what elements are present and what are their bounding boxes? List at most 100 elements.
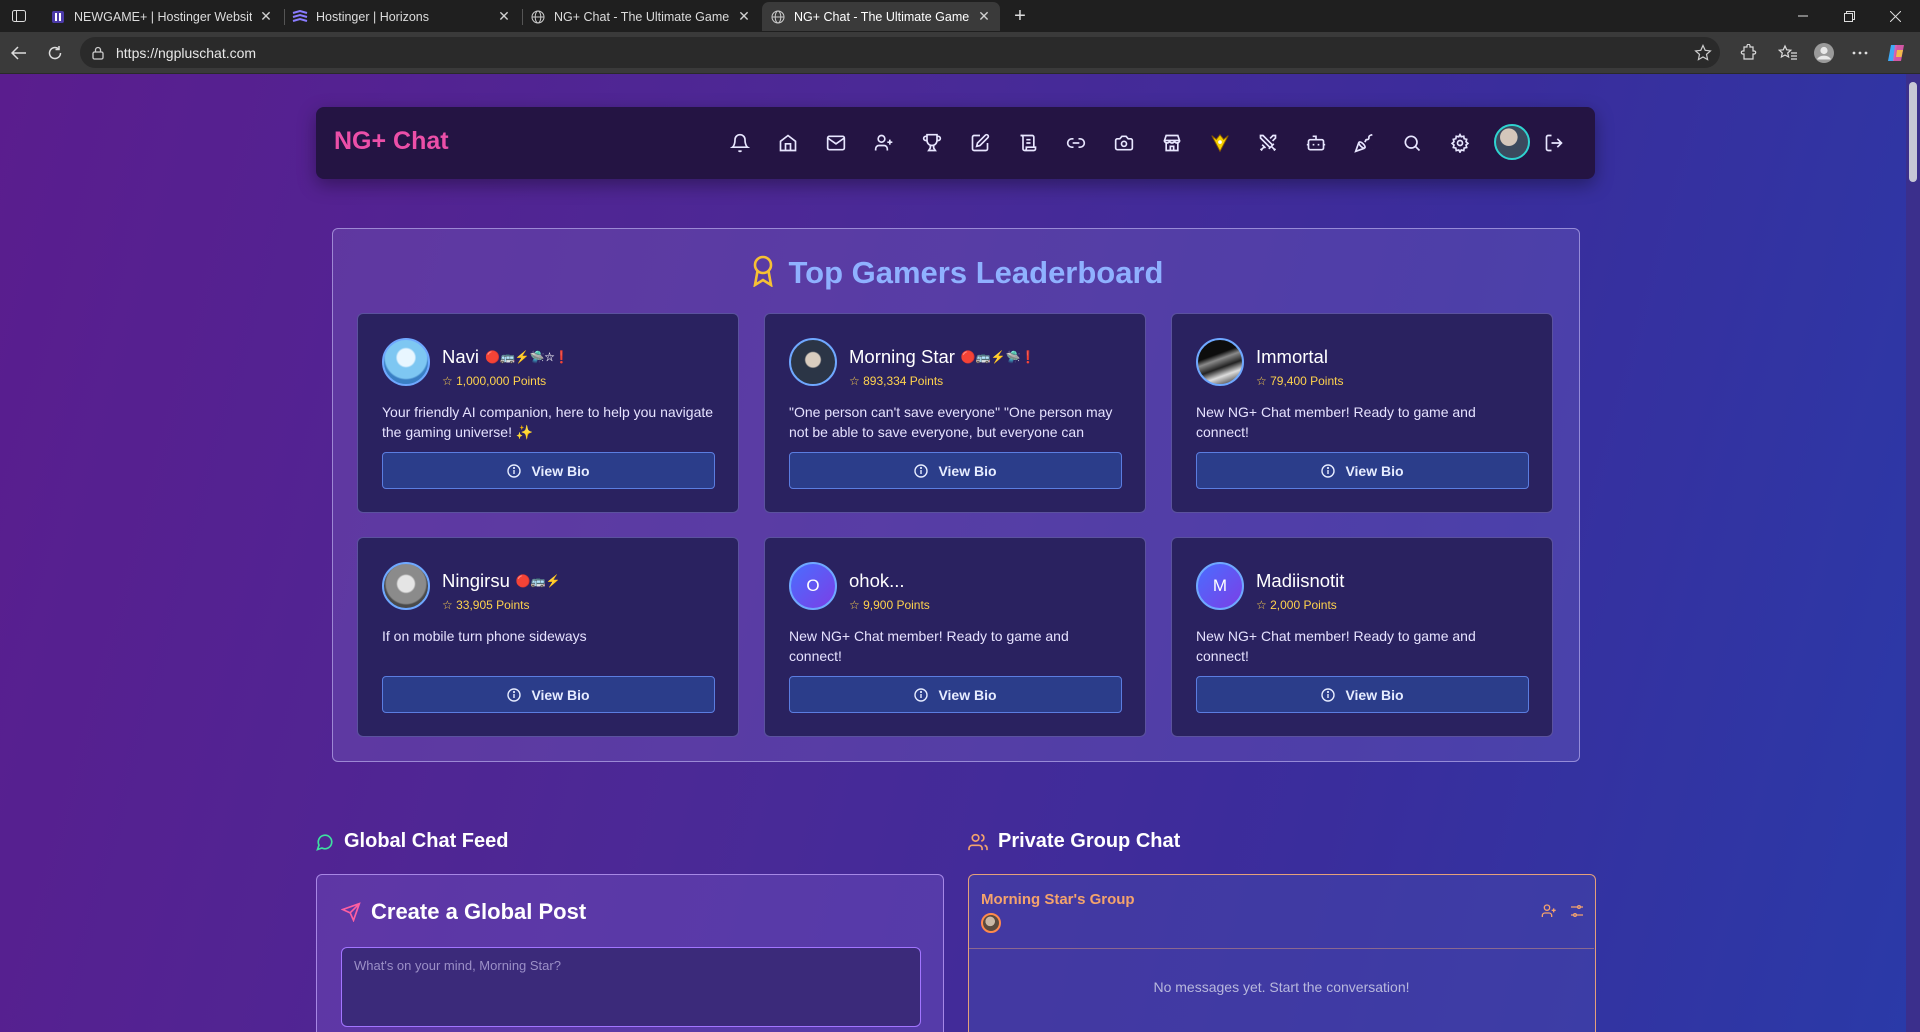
- player-card: Morning Star 🔴🚌⚡🛸❗ ☆ 893,334 Points "One …: [764, 313, 1146, 513]
- view-bio-button[interactable]: View Bio: [1196, 676, 1529, 713]
- edit-icon[interactable]: [968, 131, 992, 155]
- avatar[interactable]: [789, 338, 837, 386]
- swords-icon[interactable]: [1256, 131, 1280, 155]
- message-circle-icon: [316, 833, 334, 851]
- more-options-icon[interactable]: [1848, 41, 1872, 65]
- close-icon[interactable]: ✕: [496, 8, 512, 25]
- avatar[interactable]: [981, 913, 1001, 933]
- favorites-icon[interactable]: [1776, 41, 1800, 65]
- avatar[interactable]: [1196, 338, 1244, 386]
- player-points: ☆ 2,000 Points: [1256, 598, 1337, 612]
- scrollbar-thumb[interactable]: [1909, 82, 1917, 182]
- minimize-button[interactable]: [1780, 0, 1826, 32]
- browser-tab[interactable]: Hostinger | Horizons ✕: [284, 2, 520, 31]
- player-points: ☆ 1,000,000 Points: [442, 374, 547, 388]
- view-bio-button[interactable]: View Bio: [382, 676, 715, 713]
- mail-icon[interactable]: [824, 131, 848, 155]
- player-name[interactable]: Navi: [442, 346, 479, 367]
- favorite-star-icon[interactable]: [1694, 44, 1712, 62]
- sparkle-badge-icon[interactable]: [1208, 131, 1232, 155]
- player-name[interactable]: ohok...: [849, 570, 905, 591]
- view-bio-button[interactable]: View Bio: [382, 452, 715, 489]
- create-post-title-text: Create a Global Post: [371, 899, 587, 924]
- close-window-button[interactable]: [1872, 0, 1918, 32]
- avatar[interactable]: [382, 338, 430, 386]
- info-icon: [914, 687, 929, 702]
- copilot-icon[interactable]: [1884, 41, 1908, 65]
- add-member-icon[interactable]: [1539, 901, 1559, 921]
- close-icon[interactable]: ✕: [736, 8, 752, 25]
- bell-icon[interactable]: [728, 131, 752, 155]
- lock-icon[interactable]: [90, 45, 106, 61]
- group-settings-icon[interactable]: [1567, 901, 1587, 921]
- points-value: 9,900 Points: [863, 598, 930, 612]
- restore-button[interactable]: [1826, 0, 1872, 32]
- player-name[interactable]: Morning Star: [849, 346, 955, 367]
- settings-icon[interactable]: [1448, 131, 1472, 155]
- player-bio: If on mobile turn phone sideways: [382, 628, 587, 644]
- avatar[interactable]: [382, 562, 430, 610]
- tab-title: NG+ Chat - The Ultimate Gamer Hub: [794, 9, 970, 24]
- player-name[interactable]: Madiisnotit: [1256, 570, 1344, 591]
- player-bio: New NG+ Chat member! Ready to game and c…: [1196, 404, 1476, 440]
- group-chat-panel: Morning Star's Group No messages yet. St…: [968, 874, 1596, 1032]
- extensions-icon[interactable]: [1736, 41, 1760, 65]
- group-empty-message: No messages yet. Start the conversation!: [1153, 979, 1410, 995]
- browser-tab-bar: NEWGAME+ | Hostinger Website ✕ Hostinger…: [0, 0, 1920, 32]
- player-name[interactable]: Immortal: [1256, 346, 1328, 367]
- player-points: ☆ 9,900 Points: [849, 598, 930, 612]
- scroll-icon[interactable]: [1016, 131, 1040, 155]
- new-tab-button[interactable]: +: [1008, 4, 1032, 28]
- player-points: ☆ 33,905 Points: [442, 598, 530, 612]
- link-icon[interactable]: [1064, 131, 1088, 155]
- player-points: ☆ 893,334 Points: [849, 374, 944, 388]
- view-bio-label: View Bio: [938, 462, 997, 479]
- avatar[interactable]: [1494, 124, 1530, 160]
- player-name[interactable]: Ningirsu: [442, 570, 510, 591]
- app-navbar: NG+ Chat: [316, 107, 1595, 179]
- search-icon[interactable]: [1400, 131, 1424, 155]
- party-icon[interactable]: [1352, 131, 1376, 155]
- browser-tab[interactable]: NG+ Chat - The Ultimate Gamer Hub ✕: [522, 2, 760, 31]
- hostinger-icon: [50, 9, 66, 25]
- home-icon[interactable]: [776, 131, 800, 155]
- brand-logo[interactable]: NG+ Chat: [334, 127, 449, 156]
- back-icon[interactable]: [6, 40, 32, 66]
- profile-icon[interactable]: [1812, 41, 1836, 65]
- leaderboard-title-text: Top Gamers Leaderboard: [788, 255, 1164, 290]
- avatar[interactable]: O: [789, 562, 837, 610]
- tab-actions-icon[interactable]: [8, 6, 30, 26]
- close-icon[interactable]: ✕: [976, 8, 992, 25]
- group-chat-header: Morning Star's Group: [969, 875, 1594, 949]
- leaderboard-panel: Top Gamers Leaderboard Navi 🔴🚌⚡🛸⛦❗ ☆ 1,00…: [332, 228, 1580, 762]
- camera-icon[interactable]: [1112, 131, 1136, 155]
- player-card: Immortal ☆ 79,400 Points New NG+ Chat me…: [1171, 313, 1553, 513]
- group-name[interactable]: Morning Star's Group: [981, 891, 1135, 908]
- bot-icon[interactable]: [1304, 131, 1328, 155]
- globe-icon: [770, 9, 786, 25]
- points-value: 893,334 Points: [863, 374, 944, 388]
- logout-icon[interactable]: [1542, 131, 1566, 155]
- view-bio-label: View Bio: [1345, 462, 1404, 479]
- store-icon[interactable]: [1160, 131, 1184, 155]
- address-bar[interactable]: https://ngpluschat.com: [80, 37, 1720, 68]
- globe-icon: [530, 9, 546, 25]
- trophy-icon[interactable]: [920, 131, 944, 155]
- view-bio-button[interactable]: View Bio: [789, 676, 1122, 713]
- user-plus-icon[interactable]: [872, 131, 896, 155]
- view-bio-button[interactable]: View Bio: [1196, 452, 1529, 489]
- close-icon[interactable]: ✕: [258, 8, 274, 25]
- page-scrollbar[interactable]: [1906, 74, 1920, 1032]
- post-textarea[interactable]: What's on your mind, Morning Star?: [341, 947, 921, 1027]
- horizons-icon: [292, 9, 308, 25]
- refresh-icon[interactable]: [42, 40, 68, 66]
- avatar[interactable]: M: [1196, 562, 1244, 610]
- browser-tab-active[interactable]: NG+ Chat - The Ultimate Gamer Hub ✕: [762, 2, 1000, 31]
- browser-tab[interactable]: NEWGAME+ | Hostinger Website ✕: [42, 2, 282, 31]
- send-icon: [341, 902, 361, 922]
- points-value: 79,400 Points: [1270, 374, 1344, 388]
- create-post-panel: Create a Global Post What's on your mind…: [316, 874, 944, 1032]
- view-bio-label: View Bio: [938, 686, 997, 703]
- points-value: 2,000 Points: [1270, 598, 1337, 612]
- view-bio-button[interactable]: View Bio: [789, 452, 1122, 489]
